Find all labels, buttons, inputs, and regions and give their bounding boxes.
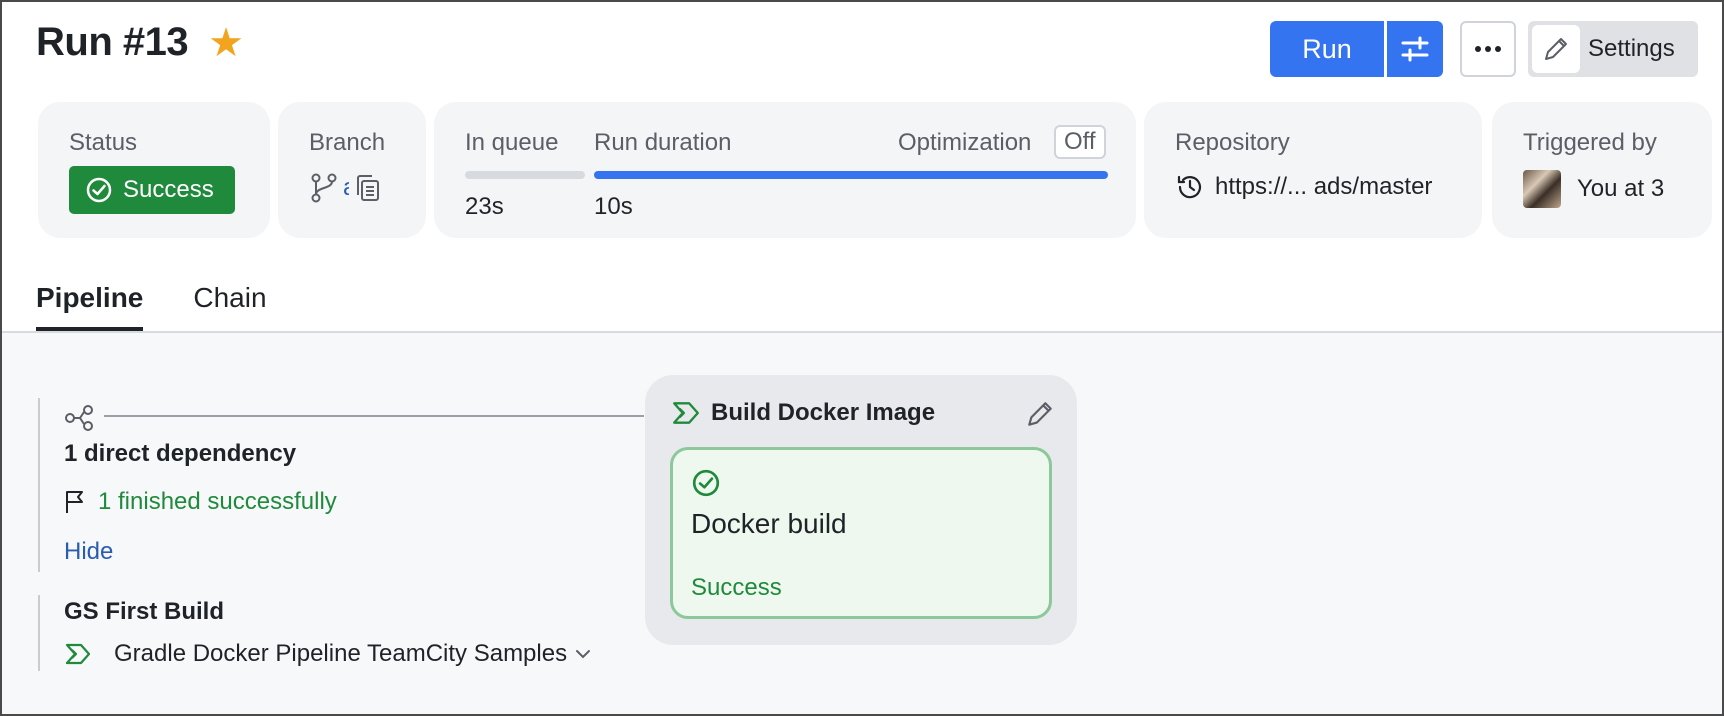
- status-label: Status: [69, 129, 138, 156]
- pipeline-icon: [673, 402, 699, 424]
- more-button[interactable]: [1460, 21, 1516, 77]
- run-duration-bar: [594, 171, 1108, 179]
- repository-value: https://... ads/master: [1215, 173, 1433, 200]
- job-card[interactable]: Docker build Success: [670, 447, 1052, 619]
- upstream-project-name: Gradle Docker Pipeline TeamCity Samples: [114, 640, 568, 667]
- triggered-row: You at 3: [1523, 170, 1667, 208]
- history-icon: [1177, 175, 1202, 199]
- chevron-down-icon[interactable]: [575, 648, 591, 660]
- status-value: Success: [123, 176, 214, 203]
- timing-card: In queue Run duration Optimization Off 2…: [434, 102, 1136, 238]
- optimization-toggle[interactable]: Off: [1054, 125, 1106, 159]
- status-card: Status Success: [38, 102, 270, 238]
- repository-card: Repository https://... ads/master: [1144, 102, 1482, 238]
- upstream-project-row[interactable]: Gradle Docker Pipeline TeamCity Samples: [64, 640, 591, 668]
- tune-icon: [1401, 36, 1429, 62]
- run-options-button[interactable]: [1387, 21, 1443, 77]
- upstream-build-title: GS First Build: [64, 598, 225, 625]
- flag-icon: [66, 491, 83, 513]
- stage-title: Build Docker Image: [711, 399, 936, 426]
- branch-icon: [311, 173, 337, 203]
- run-title: Run #13: [36, 20, 189, 64]
- stage-header: Build Docker Image: [671, 399, 935, 427]
- stage-card: Build Docker Image Docker build Success: [645, 375, 1077, 645]
- run-page: Run #13 ★ Run Settings Status Success Br…: [0, 0, 1724, 716]
- dependency-rail: [38, 398, 40, 572]
- in-queue-bar: [465, 171, 585, 179]
- avatar: [1523, 170, 1561, 208]
- page-title: Run #13 ★: [36, 20, 244, 65]
- star-icon[interactable]: ★: [208, 23, 244, 63]
- tab-pipeline[interactable]: Pipeline: [36, 282, 144, 331]
- job-title: Docker build: [691, 508, 847, 539]
- triggered-value: You at 3: [1577, 175, 1665, 202]
- dependency-title: 1 direct dependency: [64, 440, 297, 467]
- settings-button[interactable]: Settings: [1528, 21, 1698, 77]
- status-badge: Success: [69, 166, 235, 214]
- job-status: Success: [691, 574, 782, 601]
- triggered-label: Triggered by: [1523, 129, 1657, 156]
- run-button[interactable]: Run: [1270, 21, 1384, 77]
- pipeline-icon: [65, 643, 91, 665]
- dependency-icon: [65, 405, 93, 431]
- check-circle-icon: [692, 469, 720, 497]
- check-circle-icon: [86, 177, 112, 203]
- dependency-status[interactable]: 1 finished successfully: [64, 488, 337, 516]
- tab-bar: Pipeline Chain: [36, 282, 267, 331]
- branch-card: Branch a: [278, 102, 426, 238]
- dependency-connector: [104, 415, 644, 417]
- in-queue-label: In queue: [465, 129, 559, 156]
- optimization-label: Optimization: [898, 129, 1032, 156]
- header-actions: Run Settings: [1270, 21, 1698, 77]
- in-queue-value: 23s: [465, 193, 504, 220]
- run-duration-label: Run duration: [594, 129, 732, 156]
- more-icon: [1475, 46, 1501, 52]
- repository-row[interactable]: https://... ads/master: [1175, 172, 1432, 202]
- hide-link[interactable]: Hide: [64, 538, 113, 566]
- settings-label: Settings: [1588, 35, 1675, 62]
- branch-label: Branch: [309, 129, 386, 156]
- upstream-rail: [38, 595, 40, 671]
- pencil-icon: [1545, 38, 1567, 60]
- branch-value[interactable]: a: [343, 174, 349, 202]
- run-duration-value: 10s: [594, 193, 633, 220]
- tab-chain[interactable]: Chain: [193, 282, 266, 328]
- copy-icon[interactable]: [353, 173, 383, 203]
- repository-label: Repository: [1175, 129, 1290, 156]
- branch-row: a: [309, 172, 383, 204]
- settings-icon-box: [1532, 25, 1580, 73]
- pencil-icon[interactable]: [1025, 399, 1055, 429]
- triggered-card: Triggered by You at 3: [1492, 102, 1712, 238]
- dependency-status-text: 1 finished successfully: [98, 488, 337, 515]
